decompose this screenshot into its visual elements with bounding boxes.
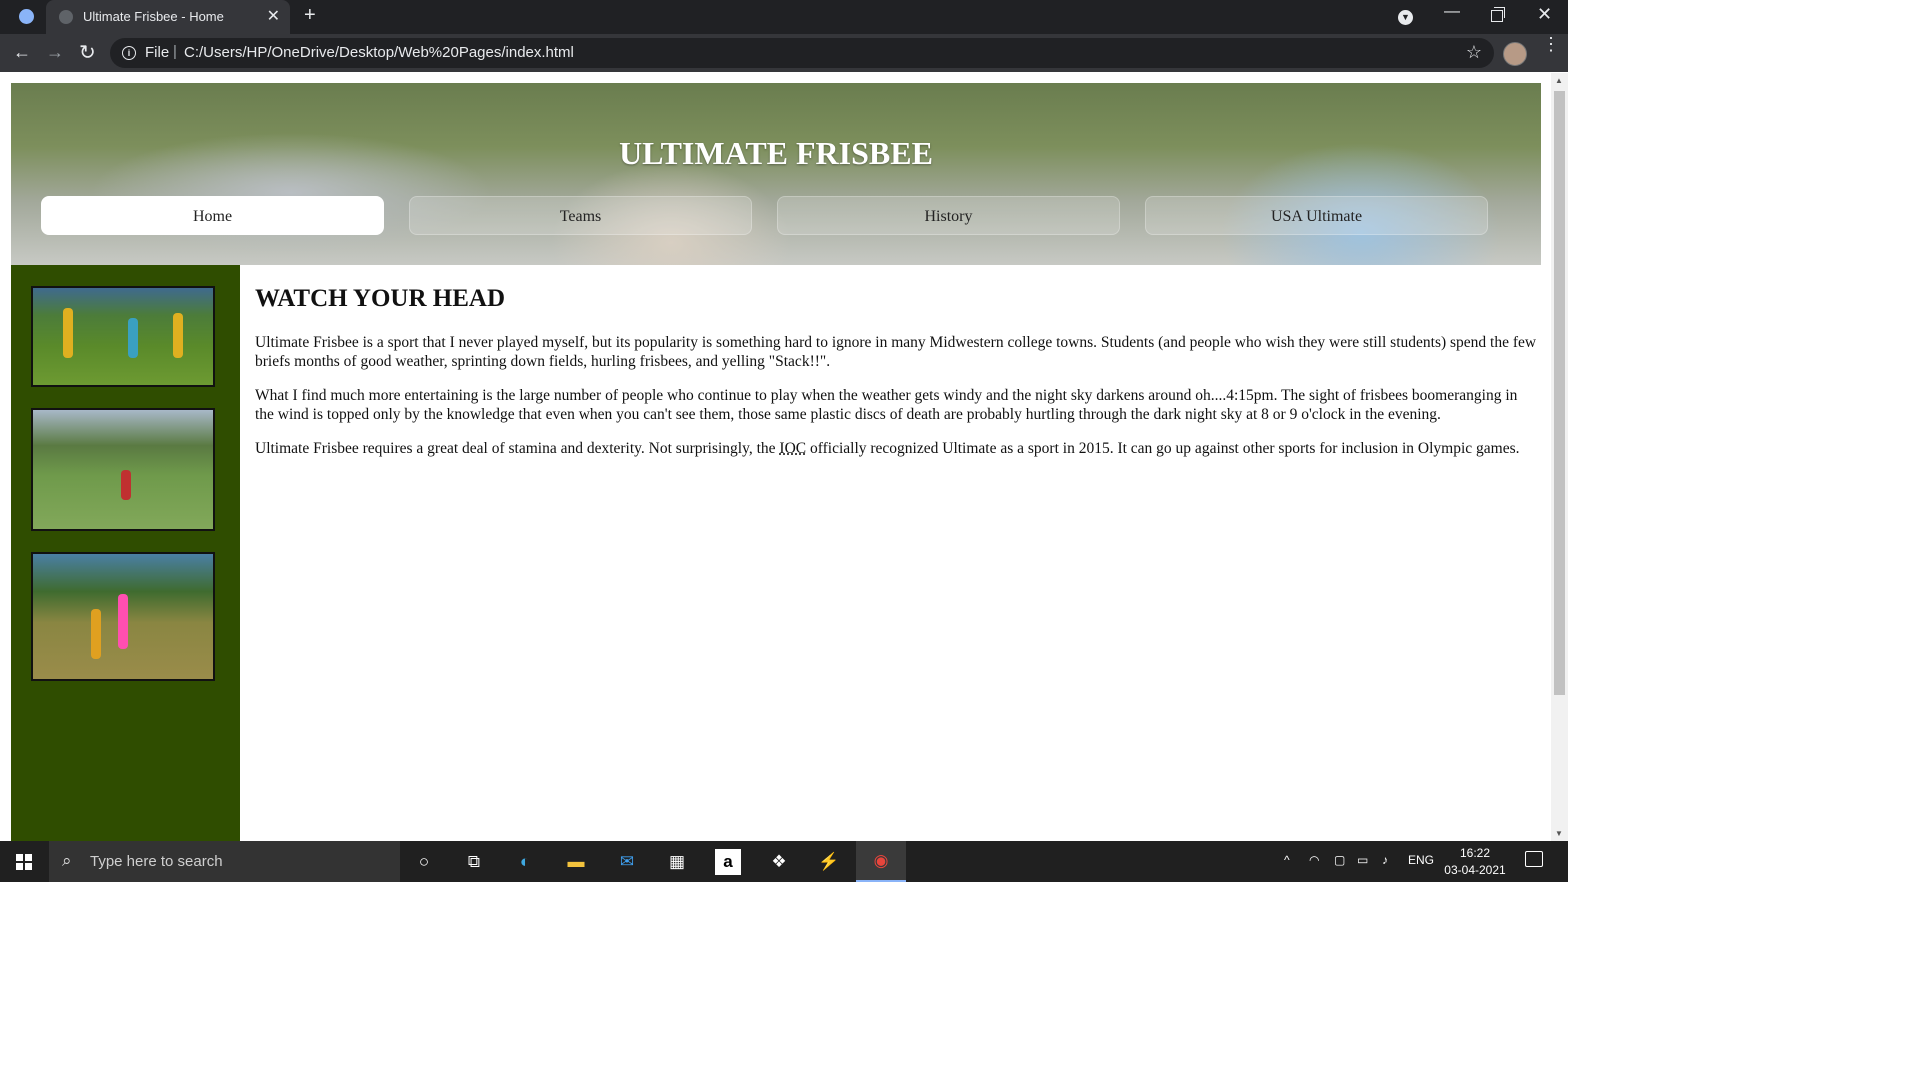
- tab-title: Ultimate Frisbee - Home: [83, 9, 224, 24]
- wifi-icon[interactable]: ◠: [1309, 853, 1319, 867]
- chrome-taskbar-button[interactable]: ◉: [856, 841, 906, 882]
- scroll-up-icon[interactable]: ▲: [1555, 76, 1563, 85]
- url-scheme: File: [145, 44, 170, 61]
- windows-start-icon[interactable]: [16, 854, 32, 870]
- language-indicator[interactable]: ENG: [1408, 853, 1434, 867]
- frisbee-photo-3: [31, 552, 215, 681]
- p3-text-end: officially recognized Ultimate as a spor…: [806, 440, 1520, 457]
- frisbee-photo-2: [31, 408, 215, 531]
- scroll-down-icon[interactable]: ▼: [1555, 829, 1563, 838]
- article-paragraph-1: Ultimate Frisbee is a sport that I never…: [255, 334, 1537, 370]
- ioc-abbreviation[interactable]: IOC: [779, 440, 806, 457]
- mail-icon[interactable]: ✉: [614, 849, 640, 875]
- dropbox-icon[interactable]: ❖: [766, 849, 792, 875]
- search-icon: ⌕: [62, 851, 72, 870]
- tab-search-icon[interactable]: ▼: [1398, 10, 1413, 25]
- info-icon[interactable]: i: [122, 46, 136, 60]
- taskbar-search[interactable]: ⌕ Type here to search: [49, 841, 400, 882]
- clock-time: 16:22: [1459, 846, 1491, 860]
- scrollbar-thumb[interactable]: [1554, 91, 1565, 695]
- amazon-icon[interactable]: a: [715, 849, 741, 875]
- meet-icon[interactable]: ▢: [1334, 853, 1345, 867]
- browser-tab-strip: Ultimate Frisbee - Home ✕ + ▼ — ✕: [0, 0, 1568, 34]
- profile-avatar[interactable]: [1503, 42, 1527, 66]
- site-header-banner: ULTIMATE FRISBEE Home Teams History USA …: [11, 83, 1541, 265]
- tray-chevron-icon[interactable]: ^: [1284, 853, 1290, 867]
- vertical-scrollbar[interactable]: ▲ ▼: [1551, 73, 1568, 841]
- clock-date: 03-04-2021: [1444, 863, 1506, 877]
- main-article: WATCH YOUR HEAD Ultimate Frisbee is a sp…: [255, 285, 1540, 473]
- profile-dot-icon[interactable]: [19, 9, 34, 24]
- url-text[interactable]: C:/Users/HP/OneDrive/Desktop/Web%20Pages…: [184, 44, 574, 61]
- address-bar[interactable]: i File | C:/Users/HP/OneDrive/Desktop/We…: [110, 38, 1494, 68]
- p3-text-start: Ultimate Frisbee requires a great deal o…: [255, 440, 780, 457]
- nav-teams[interactable]: Teams: [409, 196, 752, 235]
- volume-icon[interactable]: ♪: [1382, 853, 1388, 867]
- app-bolt-icon[interactable]: ⚡: [816, 849, 842, 875]
- globe-icon: [59, 10, 73, 24]
- photo-sidebar: [11, 265, 240, 841]
- search-placeholder: Type here to search: [90, 853, 223, 870]
- notification-icon[interactable]: [1525, 851, 1543, 867]
- nav-usa-ultimate[interactable]: USA Ultimate: [1145, 196, 1488, 235]
- article-paragraph-3: Ultimate Frisbee requires a great deal o…: [255, 439, 1540, 458]
- battery-icon[interactable]: ▭: [1357, 853, 1368, 867]
- task-view-icon[interactable]: ⧉: [461, 849, 487, 875]
- browser-tab[interactable]: Ultimate Frisbee - Home ✕: [46, 0, 290, 34]
- cortana-icon[interactable]: ○: [411, 849, 437, 875]
- store-icon[interactable]: ▦: [664, 849, 690, 875]
- nav-home[interactable]: Home: [41, 196, 384, 235]
- tab-close-icon[interactable]: ✕: [267, 6, 280, 26]
- windows-taskbar: ⌕ Type here to search ○ ⧉ ◐ ▬ ✉ ▦ a ❖ ⚡ …: [0, 841, 1568, 882]
- article-paragraph-2: What I find much more entertaining is th…: [255, 387, 1518, 423]
- close-window-icon[interactable]: ✕: [1537, 4, 1552, 25]
- edge-icon[interactable]: ◐: [512, 849, 538, 875]
- reload-icon[interactable]: ↻: [79, 40, 96, 65]
- bookmark-star-icon[interactable]: ☆: [1466, 42, 1482, 63]
- system-clock[interactable]: 16:22 03-04-2021: [1440, 845, 1510, 879]
- article-heading: WATCH YOUR HEAD: [255, 285, 506, 312]
- nav-history[interactable]: History: [777, 196, 1120, 235]
- browser-toolbar: ← → ↻ i File | C:/Users/HP/OneDrive/Desk…: [0, 34, 1568, 72]
- page-viewport: ULTIMATE FRISBEE Home Teams History USA …: [0, 73, 1551, 841]
- chrome-icon: ◉: [873, 851, 889, 870]
- site-title: ULTIMATE FRISBEE: [619, 135, 933, 171]
- minimize-icon[interactable]: —: [1444, 3, 1460, 21]
- kebab-menu-icon[interactable]: ⋮: [1542, 35, 1560, 53]
- forward-arrow-icon[interactable]: →: [46, 42, 64, 63]
- new-tab-button[interactable]: +: [304, 4, 316, 27]
- frisbee-photo-1: [31, 286, 215, 387]
- url-separator: |: [173, 43, 177, 60]
- file-explorer-icon[interactable]: ▬: [563, 849, 589, 875]
- restore-icon[interactable]: [1491, 7, 1505, 22]
- back-arrow-icon[interactable]: ←: [13, 42, 31, 63]
